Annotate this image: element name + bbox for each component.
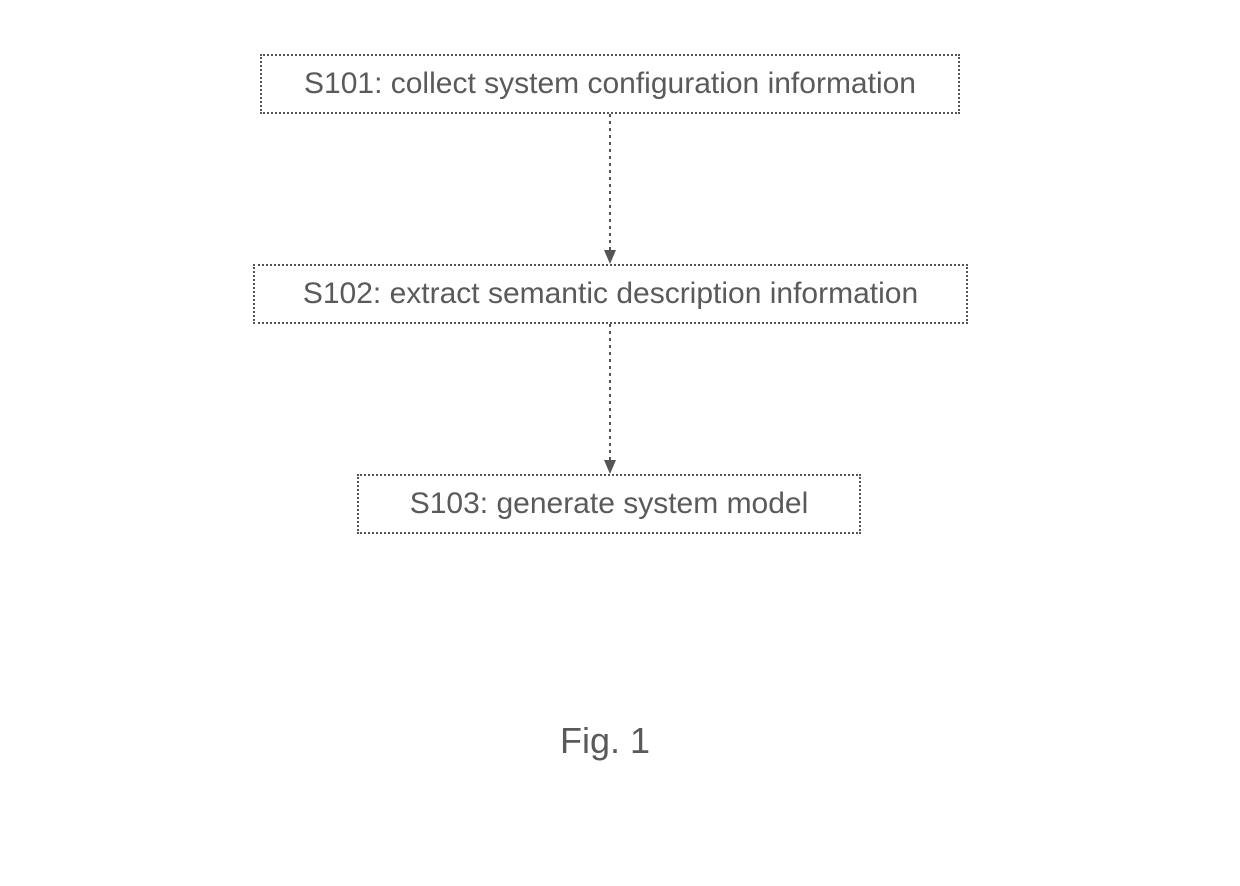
flow-step-3: S103: generate system model	[357, 474, 861, 534]
figure-caption-text: Fig. 1	[560, 720, 650, 761]
figure-caption: Fig. 1	[560, 720, 650, 762]
diagram-canvas: S101: collect system configuration infor…	[0, 0, 1240, 886]
arrow-1	[600, 114, 620, 264]
flow-step-2: S102: extract semantic description infor…	[253, 264, 968, 324]
flow-step-3-label: S103: generate system model	[410, 487, 809, 521]
flow-step-1-label: S101: collect system configuration infor…	[304, 67, 916, 101]
flow-step-2-label: S102: extract semantic description infor…	[303, 277, 918, 311]
flow-step-1: S101: collect system configuration infor…	[260, 54, 960, 114]
arrow-2	[600, 324, 620, 474]
